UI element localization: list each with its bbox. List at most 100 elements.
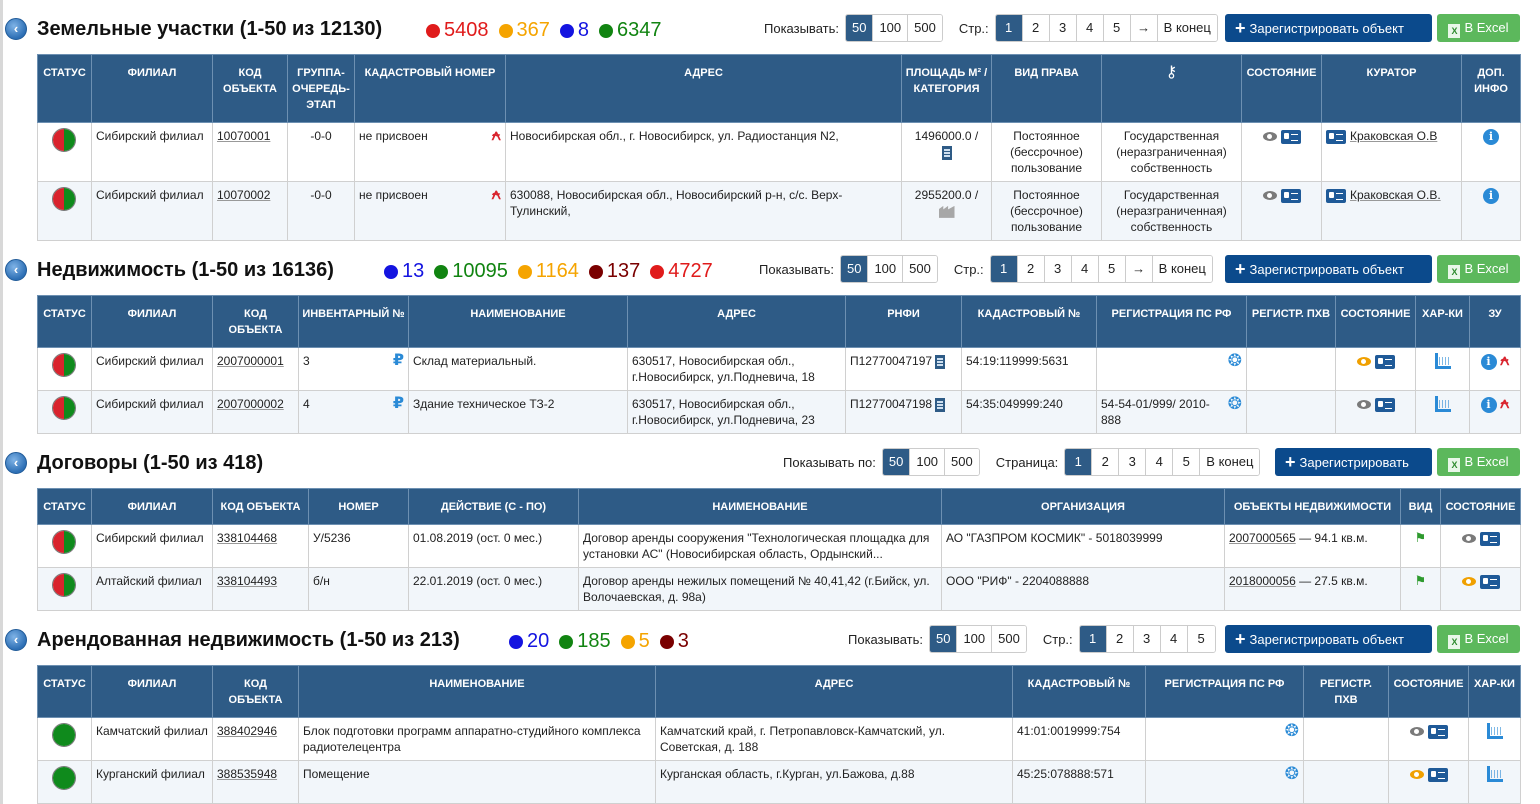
page-size-50[interactable]: 50 — [929, 626, 958, 652]
page-size-500[interactable]: 500 — [908, 15, 942, 41]
col-characteristics[interactable]: ХАР-КИ — [1468, 665, 1521, 718]
page-4[interactable]: 4 — [1071, 256, 1099, 282]
cadastral-map-icon[interactable]: ⍲ — [1500, 352, 1510, 369]
col-address[interactable]: АДРЕС — [655, 665, 1013, 718]
col-rnfi[interactable]: РНФИ — [845, 295, 962, 348]
cadastral-map-icon[interactable]: ⍲ — [1500, 395, 1510, 412]
col-state[interactable]: СОСТОЯНИЕ — [1241, 54, 1322, 123]
count-orange[interactable]: 5 — [620, 630, 650, 653]
object-code-link[interactable]: 388402946 — [217, 724, 277, 738]
certificate-icon[interactable]: ❂ — [1285, 722, 1299, 739]
object-code-link[interactable]: 338104493 — [217, 574, 277, 588]
id-card-icon[interactable] — [1479, 574, 1500, 589]
page-size-100[interactable]: 100 — [910, 449, 946, 475]
page-1[interactable]: 1 — [995, 15, 1023, 41]
ruler-icon[interactable] — [1434, 396, 1451, 412]
table-row[interactable]: Камчатский филиал 388402946 Блок подгото… — [37, 717, 1521, 761]
count-green[interactable]: 185 — [559, 630, 611, 653]
eye-icon[interactable] — [1262, 191, 1277, 201]
count-blue[interactable]: 20 — [509, 630, 549, 653]
table-row[interactable]: Сибирский филиал 338104468 У/5236 01.08.… — [37, 524, 1521, 568]
register-button[interactable]: + Зарегистрировать — [1275, 448, 1432, 476]
count-orange[interactable]: 367 — [498, 19, 550, 42]
count-red[interactable]: 5408 — [426, 19, 489, 42]
page-3[interactable]: 3 — [1119, 449, 1147, 475]
object-code-link[interactable]: 338104468 — [217, 531, 277, 545]
info-icon[interactable]: i — [1480, 397, 1497, 413]
col-organization[interactable]: ОРГАНИЗАЦИЯ — [941, 488, 1225, 525]
chevron-left-icon[interactable]: ‹ — [5, 452, 27, 474]
col-name[interactable]: НАИМЕНОВАНИЕ — [408, 295, 628, 348]
col-status[interactable]: СТАТУС — [37, 54, 92, 123]
id-card-icon[interactable] — [1326, 188, 1346, 203]
col-code[interactable]: КОД ОБЪЕКТА — [212, 665, 299, 718]
register-object-button[interactable]: + Зарегистрировать объект — [1225, 625, 1432, 653]
page-size-100[interactable]: 100 — [873, 15, 909, 41]
ruble-icon[interactable]: ₽ — [393, 353, 404, 369]
col-inventory[interactable]: ИНВЕНТАРНЫЙ № — [298, 295, 409, 348]
page-3[interactable]: 3 — [1133, 626, 1161, 652]
col-status[interactable]: СТАТУС — [37, 295, 92, 348]
ruble-icon[interactable]: ₽ — [393, 396, 404, 412]
col-branch[interactable]: ФИЛИАЛ — [91, 54, 213, 123]
col-code[interactable]: КОД ОБЪЕКТА — [212, 488, 309, 525]
page-2[interactable]: 2 — [1092, 449, 1120, 475]
page-next[interactable]: → — [1125, 256, 1153, 282]
col-registration[interactable]: РЕГИСТРАЦИЯ ПС РФ — [1145, 665, 1304, 718]
count-darkred[interactable]: 3 — [659, 630, 689, 653]
page-1[interactable]: 1 — [990, 256, 1018, 282]
col-kind[interactable]: ВИД — [1400, 488, 1441, 525]
col-status[interactable]: СТАТУС — [37, 665, 92, 718]
page-2[interactable]: 2 — [1106, 626, 1134, 652]
count-orange[interactable]: 1164 — [517, 260, 579, 283]
object-link[interactable]: 2007000565 — [1229, 531, 1296, 545]
col-curator[interactable]: КУРАТОР — [1321, 54, 1462, 123]
table-row[interactable]: Сибирский филиал 2007000002 4 ₽ Здание те… — [37, 390, 1521, 434]
table-row[interactable]: Алтайский филиал 338104493 б/н 22.01.201… — [37, 567, 1521, 611]
col-registration[interactable]: РЕГИСТРАЦИЯ ПС РФ — [1096, 295, 1247, 348]
col-owner[interactable]: ⚷ — [1101, 54, 1242, 123]
col-status[interactable]: СТАТУС — [37, 488, 92, 525]
excel-button[interactable]: XВ Excel — [1437, 448, 1520, 476]
id-card-icon[interactable] — [1427, 724, 1448, 739]
col-right[interactable]: ВИД ПРАВА — [991, 54, 1102, 123]
col-group[interactable]: ГРУППА-ОЧЕРЕДЬ-ЭТАП — [287, 54, 355, 123]
col-extra[interactable]: ДОП. ИНФО — [1461, 54, 1521, 123]
col-pkhv[interactable]: РЕГИСТР. ПХВ — [1303, 665, 1389, 718]
count-blue[interactable]: 13 — [384, 260, 424, 283]
col-state[interactable]: СОСТОЯНИЕ — [1388, 665, 1469, 718]
id-card-icon[interactable] — [1326, 129, 1346, 144]
page-4[interactable]: 4 — [1160, 626, 1188, 652]
col-characteristics[interactable]: ХАР-КИ — [1415, 295, 1470, 348]
object-code-link[interactable]: 2007000001 — [217, 354, 284, 368]
page-size-50[interactable]: 50 — [840, 256, 869, 282]
col-state[interactable]: СОСТОЯНИЕ — [1335, 295, 1416, 348]
page-5[interactable]: 5 — [1187, 626, 1215, 652]
eye-icon[interactable] — [1409, 727, 1424, 737]
page-2[interactable]: 2 — [1022, 15, 1050, 41]
col-address[interactable]: АДРЕС — [627, 295, 846, 348]
count-blue[interactable]: 8 — [559, 19, 589, 42]
object-code-link[interactable]: 2007000002 — [217, 397, 284, 411]
cadastral-map-icon[interactable]: ⍲ — [491, 187, 501, 203]
id-card-icon[interactable] — [1280, 129, 1301, 144]
object-code-link[interactable]: 10070002 — [217, 188, 270, 202]
col-cadastral[interactable]: КАДАСТРОВЫЙ НОМЕР — [354, 54, 506, 123]
page-size-500[interactable]: 500 — [992, 626, 1026, 652]
certificate-icon[interactable]: ❂ — [1228, 352, 1242, 369]
chevron-left-icon[interactable]: ‹ — [5, 18, 27, 40]
col-land[interactable]: ЗУ — [1469, 295, 1521, 348]
col-number[interactable]: НОМЕР — [308, 488, 409, 525]
table-row[interactable]: Сибирский филиал 10070002 -0-0 не присво… — [37, 181, 1521, 241]
page-3[interactable]: 3 — [1044, 256, 1072, 282]
col-state[interactable]: СОСТОЯНИЕ — [1440, 488, 1521, 525]
info-icon[interactable]: i — [1480, 354, 1497, 370]
col-objects[interactable]: ОБЪЕКТЫ НЕДВИЖИМОСТИ — [1224, 488, 1401, 525]
page-4[interactable]: 4 — [1146, 449, 1174, 475]
col-pkhv[interactable]: РЕГИСТР. ПХВ — [1246, 295, 1336, 348]
page-1[interactable]: 1 — [1065, 449, 1093, 475]
eye-icon[interactable] — [1356, 400, 1371, 410]
page-5[interactable]: 5 — [1098, 256, 1126, 282]
page-next[interactable]: → — [1130, 15, 1158, 41]
page-size-100[interactable]: 100 — [957, 626, 993, 652]
